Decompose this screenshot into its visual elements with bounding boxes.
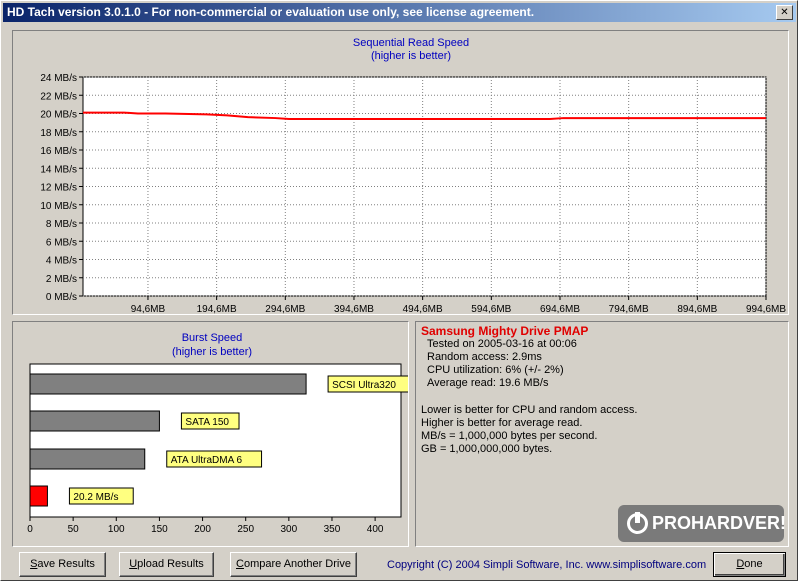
x-tick-label: 494,6MB	[403, 304, 443, 314]
y-tick-label: 22 MB/s	[40, 91, 77, 102]
x-tick-label: 0	[27, 524, 33, 535]
sequential-read-chart: Sequential Read Speed (higher is better)…	[40, 37, 786, 314]
title-bar[interactable]: HD Tach version 3.0.1.0 - For non-commer…	[3, 3, 796, 22]
burst-speed-panel: Burst Speed (higher is better) 0 50 100 150…	[12, 321, 409, 547]
x-tick-label: 100	[108, 524, 125, 535]
tested-on: Tested on 2005-03-16 at 00:06	[427, 338, 577, 350]
y-tick-label: 2 MB/s	[46, 274, 77, 285]
y-tick-label: 10 MB/s	[40, 201, 77, 212]
logo-text: PROHARDVER!	[652, 513, 787, 533]
compare-another-drive-button[interactable]: Compare Another Drive	[230, 552, 357, 577]
y-tick-label: 14 MB/s	[40, 164, 77, 175]
x-tick-label: 50	[68, 524, 80, 535]
burst-bar-label: ATA UltraDMA 6	[166, 450, 263, 468]
x-tick-label: 350	[324, 524, 341, 535]
x-tick-label: 194,6MB	[197, 304, 237, 314]
y-tick-label: 6 MB/s	[46, 237, 77, 248]
drive-info-panel: Samsung Mighty Drive PMAP Tested on 2005…	[415, 321, 789, 547]
burst-bar	[29, 410, 160, 432]
burst-bar	[29, 448, 146, 470]
burst-bar	[29, 485, 48, 507]
power-icon	[627, 512, 648, 534]
x-tick-label: 994,6MB	[746, 304, 786, 314]
label-text: SCSI Ultra320	[332, 380, 396, 391]
random-access: Random access: 2.9ms	[427, 351, 542, 363]
prohardver-logo: PROHARDVER!	[618, 505, 787, 542]
x-tick-label: 894,6MB	[677, 304, 717, 314]
note-average-read: Higher is better for average read.	[421, 417, 583, 429]
copyright-text: Copyright (C) 2004 Simpli Software, Inc.…	[387, 559, 707, 571]
cpu-utilization: CPU utilization: 6% (+/- 2%)	[427, 364, 564, 376]
note-cpu-random: Lower is better for CPU and random acces…	[421, 404, 638, 416]
y-tick-label: 16 MB/s	[40, 146, 77, 157]
chart-title: Sequential Read Speed	[353, 37, 469, 49]
compare-label: ompare Another Drive	[243, 558, 351, 570]
chart-subtitle: (higher is better)	[172, 346, 252, 358]
label-text: ATA UltraDMA 6	[171, 455, 243, 466]
y-tick-label: 20 MB/s	[40, 110, 77, 121]
x-tick-label: 250	[237, 524, 254, 535]
upload-accel: U	[129, 558, 138, 570]
chart-title: Burst Speed	[182, 332, 243, 344]
x-tick-label: 694,6MB	[540, 304, 580, 314]
hdtach-window: HD Tach version 3.0.1.0 - For non-commer…	[0, 0, 798, 581]
burst-bar	[29, 373, 307, 395]
label-text: 20.2 MB/s	[73, 492, 118, 503]
note-gb: GB = 1,000,000,000 bytes.	[421, 443, 553, 455]
y-tick-label: 4 MB/s	[46, 256, 77, 267]
y-tick-label: 0 MB/s	[46, 292, 77, 303]
burst-bar-label: SCSI Ultra320	[327, 375, 408, 393]
done-button[interactable]: Done	[713, 552, 786, 577]
sequential-read-panel: Sequential Read Speed (higher is better)…	[12, 30, 789, 315]
y-tick-label: 24 MB/s	[40, 73, 77, 84]
upload-results-button[interactable]: Upload Results	[119, 552, 214, 577]
burst-speed-chart: Burst Speed (higher is better) 0 50 100 150…	[27, 332, 408, 535]
x-tick-label: 394,6MB	[334, 304, 374, 314]
x-tick-label: 294,6MB	[265, 304, 305, 314]
save-label: ave Results	[37, 558, 95, 570]
x-tick-label: 400	[367, 524, 384, 535]
x-tick-label: 300	[280, 524, 297, 535]
burst-bar-label: 20.2 MB/s	[68, 487, 134, 505]
x-tick-label: 150	[151, 524, 168, 535]
x-tick-label: 794,6MB	[609, 304, 649, 314]
save-results-button[interactable]: Save Results	[19, 552, 106, 577]
drive-name: Samsung Mighty Drive PMAP	[421, 324, 589, 338]
y-tick-label: 8 MB/s	[46, 219, 77, 230]
chart-subtitle: (higher is better)	[371, 50, 451, 62]
x-tick-label: 200	[194, 524, 211, 535]
y-tick-label: 18 MB/s	[40, 128, 77, 139]
upload-label: pload Results	[137, 558, 204, 570]
compare-accel: C	[236, 558, 244, 570]
y-tick-label: 12 MB/s	[40, 183, 77, 194]
note-mbs: MB/s = 1,000,000 bytes per second.	[421, 430, 598, 442]
label-text: SATA 150	[185, 417, 229, 428]
x-tick-label: 94,6MB	[131, 304, 166, 314]
window-title: HD Tach version 3.0.1.0 - For non-commer…	[7, 5, 535, 19]
done-label: one	[744, 558, 763, 570]
average-read: Average read: 19.6 MB/s	[427, 377, 549, 389]
burst-bar-label: SATA 150	[180, 412, 240, 430]
close-icon[interactable]: ✕	[776, 5, 793, 20]
x-tick-label: 594,6MB	[471, 304, 511, 314]
